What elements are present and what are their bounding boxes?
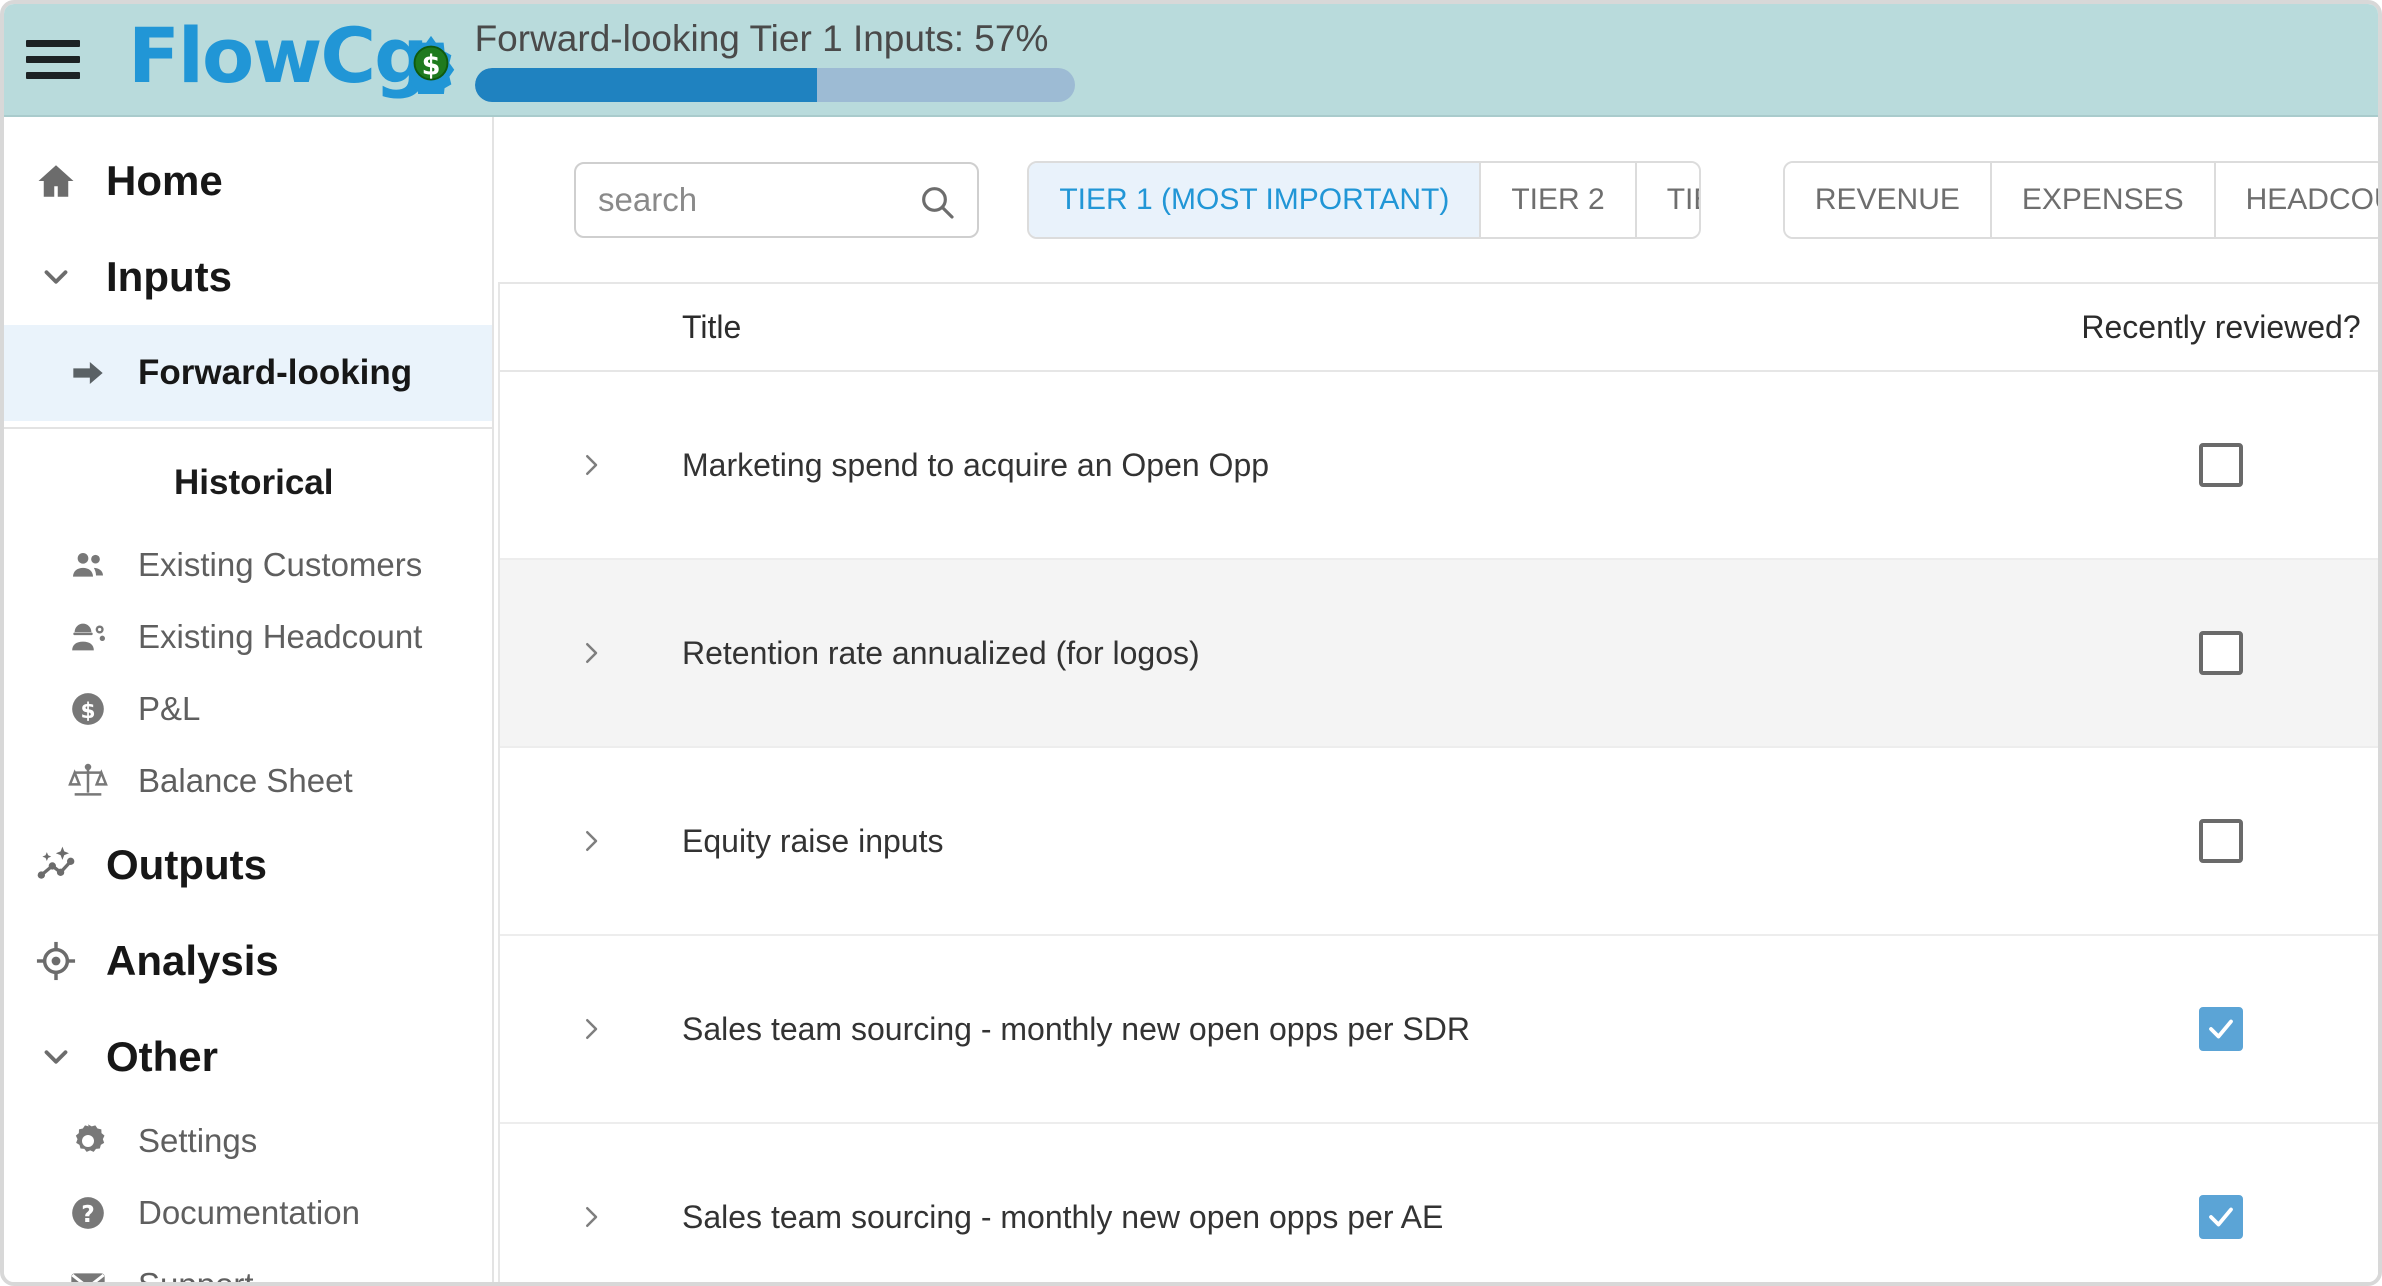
row-title: Sales team sourcing - monthly new open o… <box>682 1198 1444 1235</box>
sidebar: Home Inputs Forward-looking Historical E… <box>4 117 494 1286</box>
row-reviewed-cell[interactable] <box>2056 1195 2378 1239</box>
progress-fill <box>474 67 817 102</box>
hamburger-menu-icon[interactable] <box>26 36 82 84</box>
sidebar-item-label: Other <box>106 1033 219 1080</box>
logo-text: FlowCg <box>128 17 429 94</box>
table-row[interactable]: Marketing spend to acquire an Open Opp <box>500 372 2378 560</box>
application-window: FlowCg $ Forward-looking Tier 1 Inputs: … <box>0 0 2382 1286</box>
table-row[interactable]: Equity raise inputs <box>500 748 2378 936</box>
search-input[interactable] <box>576 180 946 219</box>
sidebar-item-label: Documentation <box>138 1194 360 1231</box>
sidebar-item-balance-sheet[interactable]: Balance Sheet <box>4 745 492 817</box>
progress-block: Forward-looking Tier 1 Inputs: 57% <box>474 17 1075 102</box>
tab-headcount[interactable]: HEADCOUNT <box>2215 162 2378 237</box>
sidebar-item-label: Balance Sheet <box>138 762 353 799</box>
sidebar-item-label: P&L <box>138 690 201 727</box>
tab-tier-2[interactable]: TIER 2 <box>1481 162 1637 237</box>
tab-revenue[interactable]: REVENUE <box>1784 162 1992 237</box>
table-header-title: Title <box>682 308 742 345</box>
tab-tier-1[interactable]: TIER 1 (MOST IMPORTANT) <box>1029 162 1482 237</box>
progress-track <box>474 67 1075 102</box>
sidebar-item-label: Forward-looking <box>138 353 413 392</box>
sidebar-item-label: Existing Customers <box>138 546 423 583</box>
sidebar-item-label: Settings <box>138 1122 258 1159</box>
reviewed-checkbox[interactable] <box>2199 1007 2243 1051</box>
main-content: TIER 1 (MOST IMPORTANT) TIER 2 TIER 3 RE… <box>494 117 2378 1282</box>
table-row[interactable]: Sales team sourcing - monthly new open o… <box>500 1124 2378 1282</box>
chevron-down-icon <box>28 1038 84 1076</box>
reviewed-checkbox[interactable] <box>2199 631 2243 675</box>
tab-tier-3[interactable]: TIER 3 <box>1636 162 1699 237</box>
table-row[interactable]: Sales team sourcing - monthly new open o… <box>500 936 2378 1124</box>
chevron-right-icon[interactable] <box>500 826 682 856</box>
sidebar-item-home[interactable]: Home <box>4 133 492 229</box>
logo-text-part1: FlowC <box>128 10 376 100</box>
tier-tab-group: TIER 1 (MOST IMPORTANT) TIER 2 TIER 3 <box>1027 160 1701 239</box>
sidebar-item-inputs[interactable]: Inputs <box>4 229 492 325</box>
scales-icon <box>60 761 116 801</box>
category-tab-group: REVENUE EXPENSES HEADCOUNT <box>1782 160 2378 239</box>
sidebar-item-outputs[interactable]: Outputs <box>4 817 492 913</box>
row-title: Marketing spend to acquire an Open Opp <box>682 446 1270 483</box>
gear-dollar-icon: $ <box>407 35 455 94</box>
target-icon <box>28 939 84 983</box>
table-row[interactable]: Retention rate annualized (for logos) <box>500 560 2378 748</box>
question-circle-icon: ? <box>60 1193 116 1233</box>
sidebar-item-pl[interactable]: $ P&L <box>4 673 492 745</box>
sidebar-item-other[interactable]: Other <box>4 1009 492 1105</box>
svg-text:?: ? <box>81 1200 95 1228</box>
sidebar-item-label: Outputs <box>106 841 267 888</box>
search-box[interactable] <box>574 161 980 238</box>
row-title: Retention rate annualized (for logos) <box>682 634 1200 671</box>
gear-icon <box>60 1121 116 1161</box>
row-reviewed-cell[interactable] <box>2056 819 2378 863</box>
row-reviewed-cell[interactable] <box>2056 443 2378 487</box>
sidebar-item-analysis[interactable]: Analysis <box>4 913 492 1009</box>
inputs-table: Title Recently reviewed? Marketing spend… <box>498 282 2378 1282</box>
sidebar-item-label: Analysis <box>106 937 279 984</box>
sidebar-divider <box>4 427 492 429</box>
magnifier-icon[interactable] <box>917 182 957 227</box>
sidebar-item-existing-customers[interactable]: Existing Customers <box>4 529 492 601</box>
arrow-right-icon <box>60 351 116 395</box>
sidebar-item-label: Home <box>106 157 223 204</box>
dollar-circle-icon: $ <box>60 689 116 729</box>
sidebar-item-documentation[interactable]: ? Documentation <box>4 1177 492 1249</box>
progress-title: Forward-looking Tier 1 Inputs: 57% <box>474 17 1049 59</box>
toolbar: TIER 1 (MOST IMPORTANT) TIER 2 TIER 3 RE… <box>494 117 2378 282</box>
sidebar-item-settings[interactable]: Settings <box>4 1105 492 1177</box>
app-header: FlowCg $ Forward-looking Tier 1 Inputs: … <box>4 4 2378 117</box>
reviewed-checkbox[interactable] <box>2199 819 2243 863</box>
row-title: Sales team sourcing - monthly new open o… <box>682 1010 1470 1047</box>
chevron-right-icon[interactable] <box>500 1014 682 1044</box>
people-icon <box>60 545 116 585</box>
envelope-icon <box>60 1265 116 1282</box>
table-header-recently-reviewed: Recently reviewed? <box>2081 308 2361 345</box>
sidebar-item-forward-looking[interactable]: Forward-looking <box>4 325 492 421</box>
row-reviewed-cell[interactable] <box>2056 631 2378 675</box>
chevron-right-icon[interactable] <box>500 1202 682 1232</box>
reviewed-checkbox[interactable] <box>2199 1195 2243 1239</box>
sidebar-item-support[interactable]: Support <box>4 1249 492 1286</box>
chevron-right-icon[interactable] <box>500 638 682 668</box>
row-reviewed-cell[interactable] <box>2056 1007 2378 1051</box>
sidebar-item-existing-headcount[interactable]: Existing Headcount <box>4 601 492 673</box>
chart-sparkle-icon <box>28 843 84 887</box>
sidebar-item-label: Inputs <box>106 253 232 300</box>
table-header-row: Title Recently reviewed? <box>500 284 2378 372</box>
tab-expenses[interactable]: EXPENSES <box>1991 162 2216 237</box>
svg-text:$: $ <box>422 51 441 82</box>
row-title: Equity raise inputs <box>682 822 944 859</box>
worker-gear-icon <box>60 617 116 657</box>
svg-text:$: $ <box>80 699 95 724</box>
chevron-down-icon <box>28 258 84 296</box>
sidebar-item-label: Existing Headcount <box>138 618 423 655</box>
app-logo[interactable]: FlowCg $ <box>128 4 455 115</box>
home-icon <box>28 160 84 202</box>
sidebar-heading-historical: Historical <box>174 463 334 502</box>
chevron-right-icon[interactable] <box>500 450 682 480</box>
sidebar-item-label: Support <box>138 1266 254 1286</box>
reviewed-checkbox[interactable] <box>2199 443 2243 487</box>
